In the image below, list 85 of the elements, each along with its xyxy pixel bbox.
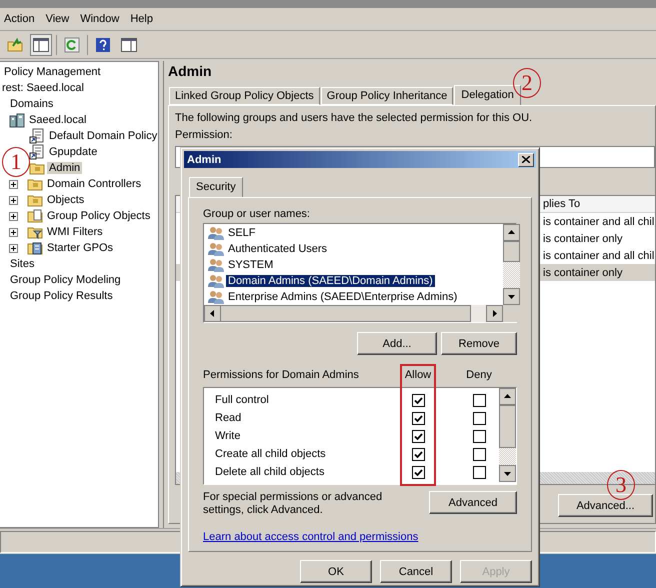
document-folder-icon (27, 208, 43, 224)
users-icon (208, 258, 224, 272)
close-button[interactable] (518, 152, 534, 166)
deny-checkbox[interactable] (472, 466, 486, 478)
tree-item[interactable]: Sites (8, 258, 36, 270)
deny-checkbox[interactable] (472, 394, 486, 406)
column-header[interactable]: plies To (543, 198, 580, 210)
vertical-scrollbar[interactable] (503, 224, 520, 305)
list-item[interactable]: SYSTEM (226, 259, 276, 271)
deny-checkbox[interactable] (472, 430, 486, 442)
permission-name: Full control (215, 394, 270, 406)
menu-item[interactable]: Window (78, 13, 128, 25)
pane-title: Admin (168, 63, 212, 81)
domain-icon (9, 112, 25, 128)
permission-name: Read (215, 412, 242, 424)
tree-item[interactable]: Group Policy Results (8, 290, 115, 302)
expand-toggle[interactable] (9, 212, 18, 220)
advanced-note: For special permissions or advanced settings, click Advanced. (203, 491, 384, 517)
description-text: The following groups and users have the selected permission for this OU. (175, 112, 534, 124)
deny-checkbox[interactable] (472, 448, 486, 460)
deny-checkbox[interactable] (472, 412, 486, 424)
horizontal-scrollbar[interactable] (204, 305, 503, 322)
dialog-title: Admin (187, 154, 222, 166)
expand-toggle[interactable] (9, 196, 18, 204)
users-icon (208, 226, 224, 240)
allow-checkbox[interactable] (412, 466, 424, 478)
permission-name: Create all child objects (215, 448, 327, 460)
template-folder-icon (27, 240, 43, 256)
tab[interactable]: Group Policy Inheritance (320, 87, 454, 105)
advanced-button[interactable]: Advanced (429, 491, 517, 514)
tree-item[interactable]: WMI Filters (45, 226, 105, 238)
tab[interactable]: Security (189, 177, 243, 197)
permission-name: Write (215, 430, 242, 442)
permission-label: Permission: (175, 129, 234, 141)
tree-item[interactable]: Domains (8, 98, 56, 110)
users-icon (208, 290, 224, 304)
menu-item[interactable]: Help (128, 13, 162, 25)
allow-checkbox[interactable] (412, 430, 424, 442)
users-icon (208, 274, 224, 288)
list-item[interactable]: Domain Admins (SAEED\Domain Admins) (226, 275, 435, 287)
tree-item[interactable]: Group Policy Modeling (8, 274, 123, 286)
scrollbar-corner (503, 305, 520, 322)
document-shortcut-icon (29, 128, 45, 144)
allow-checkbox[interactable] (412, 448, 424, 460)
annotation-number: 3 (607, 470, 635, 500)
permissions-label: Permissions for Domain Admins (203, 369, 360, 381)
menu-item[interactable]: View (44, 13, 78, 25)
column-header: Deny (465, 369, 493, 381)
document-shortcut-icon (29, 144, 45, 160)
allow-checkbox[interactable] (412, 412, 424, 424)
expand-toggle[interactable] (9, 228, 18, 236)
tree-item[interactable]: Gpupdate (47, 146, 100, 158)
list-item[interactable]: Enterprise Admins (SAEED\Enterprise Admins) (226, 291, 460, 303)
permission-name: Delete all child objects (215, 466, 326, 478)
annotation-number: 1 (2, 147, 30, 177)
expand-toggle[interactable] (9, 180, 18, 188)
advanced-button[interactable]: Advanced... (558, 494, 653, 517)
tab[interactable]: Delegation (454, 85, 521, 105)
help-link[interactable]: Learn about access control and permissions (203, 531, 418, 543)
remove-button[interactable]: Remove (441, 332, 517, 355)
annotation-number: 2 (513, 68, 541, 98)
add-button[interactable]: Add... (357, 332, 437, 355)
tree-item[interactable]: Admin (47, 162, 82, 174)
tree-item[interactable]: Group Policy Objects (45, 210, 152, 222)
expand-toggle[interactable] (9, 244, 18, 252)
tree-item[interactable]: rest: Saeed.local (0, 82, 86, 94)
groups-label: Group or user names: (203, 208, 311, 220)
dialog-button[interactable]: OK (300, 560, 372, 583)
list-item[interactable]: Authenticated Users (226, 243, 330, 255)
list-item[interactable]: SELF (226, 227, 258, 239)
vertical-scrollbar[interactable] (499, 388, 516, 482)
tree-item[interactable]: Starter GPOs (45, 242, 116, 254)
console-tree-button[interactable] (30, 34, 52, 56)
dialog-button[interactable]: Cancel (380, 560, 452, 583)
tree-item[interactable]: Policy Management (2, 66, 103, 78)
tab[interactable]: Linked Group Policy Objects (169, 87, 320, 105)
allow-checkbox[interactable] (412, 394, 424, 406)
tree-item[interactable]: Default Domain Policy (47, 130, 158, 142)
tree-item[interactable]: Objects (45, 194, 86, 206)
tree-item[interactable]: Domain Controllers (45, 178, 144, 190)
column-header: Allow (404, 369, 432, 381)
tree-item[interactable]: Saeed.local (27, 114, 88, 126)
menu-item[interactable]: Action (2, 13, 44, 25)
close-icon (522, 156, 530, 163)
users-icon (208, 242, 224, 256)
